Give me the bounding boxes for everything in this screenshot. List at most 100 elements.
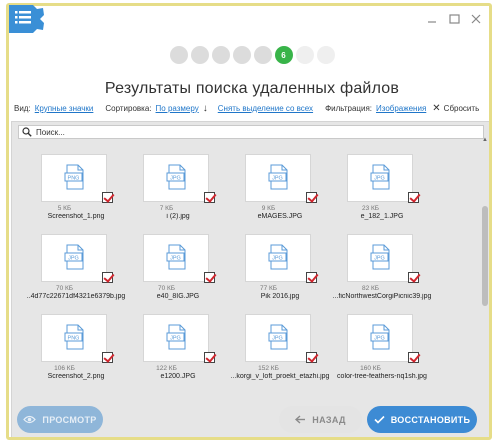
file-type-label: JPG — [374, 256, 385, 262]
file-tile[interactable]: JPG 70 КБ ..4d77c22671df4321e6379b.jpg — [18, 228, 125, 306]
select-checkbox[interactable] — [102, 192, 113, 203]
sort-direction-arrow-icon[interactable]: ↓ — [203, 103, 208, 114]
select-checkbox[interactable] — [408, 192, 419, 203]
file-type-label: JPG — [170, 176, 181, 182]
file-name: Pik 2016.jpg — [260, 293, 300, 300]
arrow-left-icon — [295, 415, 306, 424]
select-checkbox[interactable] — [306, 192, 317, 203]
file-size: 106 КБ — [54, 365, 75, 372]
file-name: e1200.JPG — [160, 373, 196, 380]
file-tile[interactable]: JPG 23 КБ e_182_1.JPG — [324, 148, 424, 226]
file-size: 5 КБ — [57, 205, 72, 212]
app-logo-gear-icon — [9, 5, 44, 33]
file-type-label: PNG — [68, 176, 80, 182]
step-8 — [316, 46, 335, 64]
image-file-icon: PNG — [64, 164, 84, 190]
image-file-icon: JPG — [370, 164, 390, 190]
scrollbar[interactable]: ▲ — [482, 137, 488, 386]
file-size: 122 КБ — [156, 365, 177, 372]
restore-button[interactable]: ВОССТАНОВИТЬ — [367, 406, 477, 433]
file-name: e40_8IG.JPG — [156, 293, 200, 300]
checkmark-icon — [374, 415, 385, 424]
step-5 — [253, 46, 272, 64]
view-label: Вид: — [14, 103, 31, 113]
select-checkbox[interactable] — [204, 272, 215, 283]
file-thumbnail[interactable]: JPG — [245, 234, 311, 282]
back-button[interactable]: НАЗАД — [279, 406, 362, 433]
reset-filter-button[interactable]: ✕ Сбросить — [432, 103, 479, 114]
file-thumbnail[interactable]: PNG — [41, 314, 107, 362]
results-toolbar: Вид: Крупные значки Сортировка: По разме… — [14, 101, 489, 115]
file-size: 82 КБ — [361, 285, 380, 292]
file-size: 70 КБ — [157, 285, 176, 292]
file-type-label: JPG — [374, 176, 385, 182]
file-size: 70 КБ — [55, 285, 74, 292]
file-thumbnail[interactable]: JPG — [143, 234, 209, 282]
file-name: color-tree-feathers-nq1sh.jpg — [337, 373, 427, 380]
deselect-all-link[interactable]: Снять выделение со всех — [218, 104, 313, 113]
select-checkbox[interactable] — [204, 352, 215, 363]
file-tile[interactable]: JPG 152 КБ ...korgi_v_loft_proekt_etazhi.j… — [222, 308, 329, 386]
file-tile[interactable]: JPG 77 КБ Pik 2016.jpg — [222, 228, 322, 306]
select-checkbox[interactable] — [204, 192, 215, 203]
select-checkbox[interactable] — [102, 272, 113, 283]
file-thumbnail[interactable]: JPG — [143, 154, 209, 202]
file-type-label: JPG — [272, 176, 283, 182]
file-name: i (2).jpg — [166, 213, 190, 220]
preview-button[interactable]: ПРОСМОТР — [17, 406, 103, 433]
file-size: 9 КБ — [261, 205, 276, 212]
file-type-label: JPG — [272, 256, 283, 262]
filter-link[interactable]: Изображения — [376, 104, 426, 113]
search-field[interactable]: Поиск... — [18, 125, 484, 139]
step-7 — [295, 46, 314, 64]
results-panel: Поиск... PNG 5 КБ Screenshot_1.png JPG 7 КБ i… — [11, 121, 489, 437]
file-thumbnail[interactable]: PNG — [41, 154, 107, 202]
file-name: ..4d77c22671df4321e6379b.jpg — [26, 293, 126, 300]
image-file-icon: JPG — [268, 244, 288, 270]
file-tile[interactable]: JPG 70 КБ e40_8IG.JPG — [120, 228, 220, 306]
scroll-up-icon[interactable]: ▲ — [481, 136, 489, 144]
file-name: Screenshot_2.png — [47, 373, 105, 380]
maximize-icon[interactable] — [445, 10, 463, 28]
select-checkbox[interactable] — [102, 352, 113, 363]
file-tile[interactable]: JPG 122 КБ e1200.JPG — [120, 308, 220, 386]
wizard-window: 6 Результаты поиска удаленных файлов Вид… — [6, 3, 492, 440]
file-size: 77 КБ — [259, 285, 278, 292]
file-tile[interactable]: PNG 5 КБ Screenshot_1.png — [18, 148, 118, 226]
minimize-icon[interactable] — [423, 10, 441, 28]
reset-x-icon: ✕ — [432, 102, 441, 114]
file-type-label: JPG — [170, 336, 181, 342]
file-thumbnail[interactable]: JPG — [143, 314, 209, 362]
step-current-label: 6 — [281, 50, 286, 60]
file-name: ...korgi_v_loft_proekt_etazhi.jpg — [230, 373, 330, 380]
restore-label: ВОССТАНОВИТЬ — [390, 414, 471, 425]
file-tile[interactable]: JPG 82 КБ ...ficNorthwestCorgiPicnic39.jpg — [324, 228, 431, 306]
file-tile[interactable]: JPG 160 КБ color-tree-feathers-nq1sh.jpg — [324, 308, 427, 386]
file-thumbnail[interactable]: JPG — [245, 314, 311, 362]
file-thumbnail[interactable]: JPG — [41, 234, 107, 282]
view-mode-link[interactable]: Крупные значки — [35, 104, 94, 113]
file-tile[interactable]: JPG 9 КБ eMAGES.JPG — [222, 148, 322, 226]
step-3 — [211, 46, 230, 64]
select-checkbox[interactable] — [408, 352, 419, 363]
select-checkbox[interactable] — [306, 352, 317, 363]
window-controls — [423, 10, 485, 28]
file-name: ...ficNorthwestCorgiPicnic39.jpg — [332, 293, 432, 300]
file-tile[interactable]: JPG 7 КБ i (2).jpg — [120, 148, 220, 226]
select-checkbox[interactable] — [306, 272, 317, 283]
search-icon — [22, 127, 32, 137]
step-current: 6 — [274, 46, 293, 64]
scroll-thumb[interactable] — [482, 206, 488, 306]
sort-label: Сортировка: — [105, 103, 152, 113]
sort-link[interactable]: По размеру — [156, 104, 199, 113]
step-2 — [190, 46, 209, 64]
file-thumbnail[interactable]: JPG — [347, 154, 413, 202]
file-thumbnail[interactable]: JPG — [245, 154, 311, 202]
file-tile[interactable]: PNG 106 КБ Screenshot_2.png — [18, 308, 118, 386]
select-checkbox[interactable] — [408, 272, 419, 283]
file-thumbnail[interactable]: JPG — [347, 314, 413, 362]
image-file-icon: JPG — [166, 324, 186, 350]
close-icon[interactable] — [467, 10, 485, 28]
file-type-label: JPG — [170, 256, 181, 262]
file-thumbnail[interactable]: JPG — [347, 234, 413, 282]
